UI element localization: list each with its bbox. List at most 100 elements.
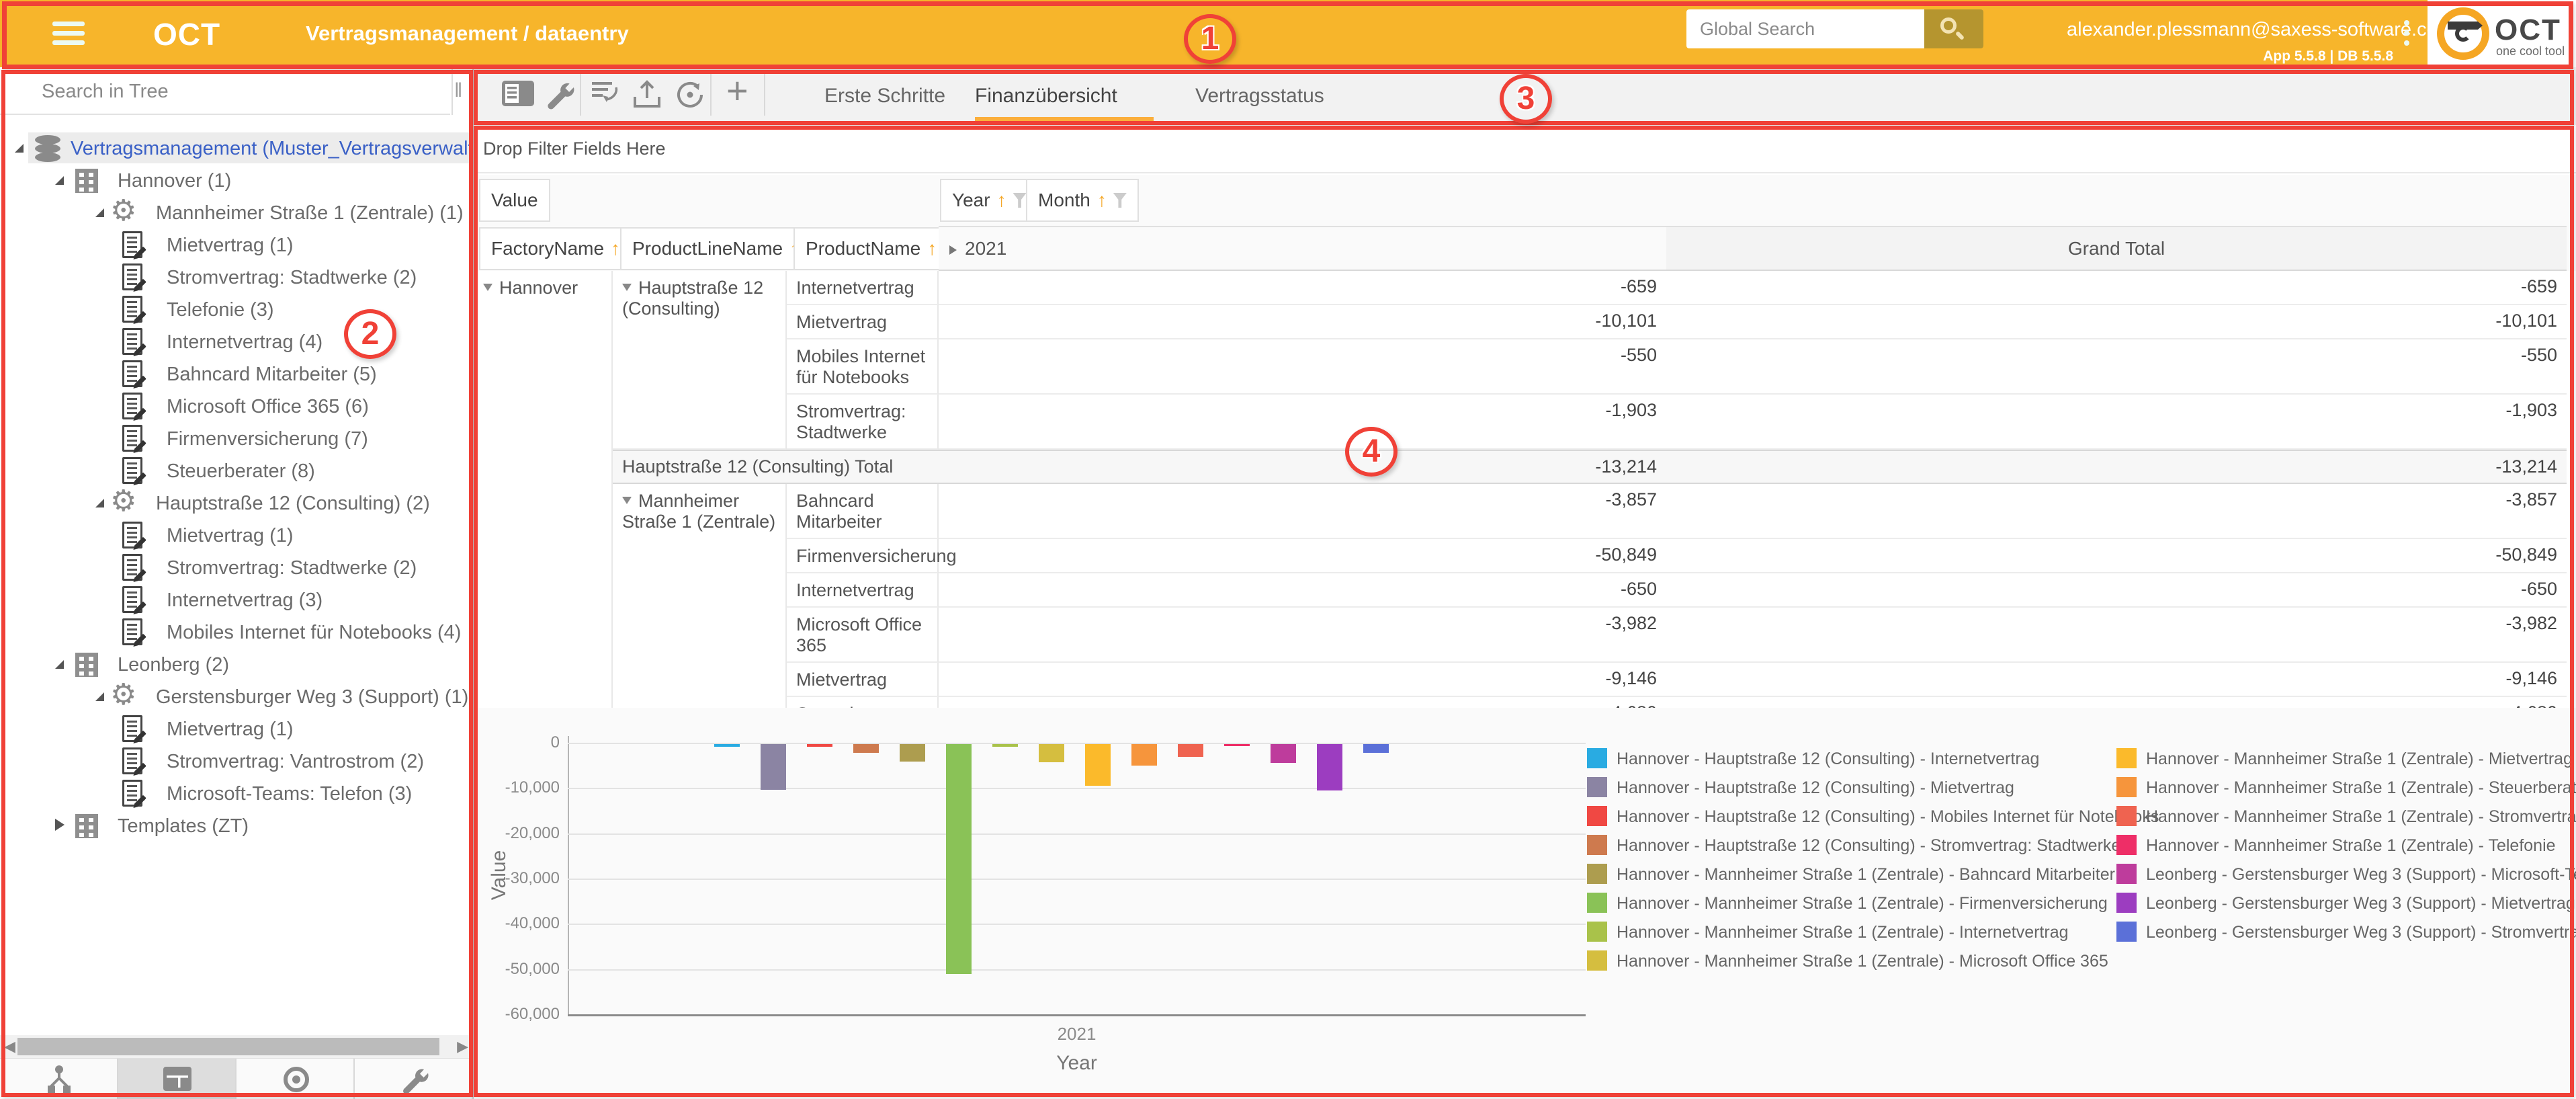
legend-swatch — [1587, 893, 1607, 913]
hamburger-menu-icon[interactable] — [52, 22, 85, 50]
bar-2[interactable] — [761, 744, 786, 790]
tree-item[interactable]: ⚙Gerstensburger Weg 3 (Support) (1) — [0, 680, 472, 713]
bar-4[interactable] — [853, 744, 879, 753]
kebab-menu-icon[interactable] — [2404, 20, 2411, 50]
tree-item-label: Hannover (1) — [118, 170, 231, 192]
tab-finanz-bersicht[interactable]: Finanzübersicht — [975, 85, 1117, 108]
tree-item-label: Bahncard Mitarbeiter (5) — [167, 364, 377, 386]
tree-item[interactable]: Stromvertrag: Vantrostrom (2) — [0, 745, 472, 777]
list-import-icon[interactable] — [589, 78, 626, 110]
tree-item[interactable]: ⚙Mannheimer Straße 1 (Zentrale) (1) — [0, 196, 472, 229]
legend-label: Hannover - Hauptstraße 12 (Consulting) -… — [1617, 778, 2014, 798]
tree-item[interactable]: Internetvertrag (4) — [0, 325, 472, 358]
tree-item[interactable]: Microsoft-Teams: Telefon (3) — [0, 777, 472, 809]
bar-6[interactable] — [946, 744, 972, 974]
app-logo[interactable]: OCT — [153, 16, 220, 52]
tab-erste-schritte[interactable]: Erste Schritte — [824, 85, 945, 108]
app-version: App 5.5.8 | DB 5.5.8 — [2263, 48, 2393, 65]
tree-item[interactable]: Telefonie (3) — [0, 293, 472, 325]
tree-item[interactable]: Firmenversicherung (7) — [0, 422, 472, 454]
scrollbar-thumb[interactable] — [17, 1038, 439, 1055]
bar-10[interactable] — [1131, 744, 1157, 766]
bar-11[interactable] — [1178, 744, 1203, 757]
tree-item[interactable]: Steuerberater (8) — [0, 454, 472, 487]
collapsed-icon[interactable] — [55, 819, 65, 831]
year-chip[interactable]: Year↑ — [940, 179, 1039, 222]
bar-1[interactable] — [714, 744, 740, 747]
legend-label: Hannover - Mannheimer Straße 1 (Zentrale… — [2146, 807, 2576, 827]
x-axis-tick: 2021 — [568, 1024, 1586, 1045]
global-search-input[interactable] — [1686, 9, 1924, 48]
search-button[interactable] — [1924, 9, 1983, 48]
tree-item[interactable]: Mietvertrag (1) — [0, 713, 472, 745]
bar-14[interactable] — [1317, 744, 1342, 790]
value-chip[interactable]: Value — [479, 179, 550, 222]
pane-collapse-handle[interactable]: ‖ — [454, 79, 472, 106]
tree-search-input[interactable] — [0, 69, 450, 115]
sort-asc-icon: ↑ — [611, 238, 620, 259]
apps-grid-icon[interactable] — [2013, 19, 2041, 47]
tree-item[interactable]: Stromvertrag: Stadtwerke (2) — [0, 261, 472, 293]
sort-asc-icon: ↑ — [1097, 190, 1107, 211]
gridline — [568, 788, 1586, 789]
tree-item[interactable]: Leonberg (2) — [0, 648, 472, 680]
contract-icon — [122, 393, 142, 419]
bar-13[interactable] — [1271, 744, 1296, 763]
tree-item[interactable]: Mietvertrag (1) — [0, 229, 472, 261]
bar-15[interactable] — [1363, 744, 1389, 753]
legend-swatch — [2116, 806, 2137, 826]
bar-9[interactable] — [1085, 744, 1111, 786]
tree-item[interactable]: ⚙Hauptstraße 12 (Consulting) (2) — [0, 487, 472, 519]
y-axis-tick: -60,000 — [474, 1005, 560, 1024]
tree-item[interactable]: Mobiles Internet für Notebooks (4) — [0, 616, 472, 648]
expanded-icon[interactable] — [95, 208, 104, 217]
panel-toggle-icon[interactable] — [501, 78, 535, 109]
bar-3[interactable] — [807, 744, 832, 747]
wrench-icon[interactable] — [542, 78, 576, 112]
tree-item[interactable]: Stromvertrag: Stadtwerke (2) — [0, 551, 472, 583]
tree-item[interactable]: Mietvertrag (1) — [0, 519, 472, 551]
gridline — [568, 833, 1586, 835]
tree-item[interactable]: Internetvertrag (3) — [0, 583, 472, 616]
year-column-header[interactable]: 2021 — [939, 226, 1666, 271]
tree-item-label: Stromvertrag: Stadtwerke (2) — [167, 267, 417, 289]
legend-swatch — [2116, 864, 2137, 884]
collapse-icon — [483, 284, 492, 291]
sort-asc-icon: ↑ — [997, 190, 1006, 211]
bar-5[interactable] — [900, 744, 925, 762]
bar-8[interactable] — [1039, 744, 1064, 762]
bar-12[interactable] — [1224, 744, 1250, 746]
scroll-left-icon[interactable]: ◀ — [4, 1038, 15, 1055]
bar-7[interactable] — [992, 744, 1018, 747]
building-icon — [75, 814, 98, 838]
tree-item[interactable]: Microsoft Office 365 (6) — [0, 390, 472, 422]
grand-total-cell: -3,982 — [1666, 608, 2567, 663]
history-reset-icon[interactable] — [673, 78, 707, 112]
tree-item-label: Mietvertrag (1) — [167, 235, 294, 257]
upload-icon[interactable] — [630, 78, 664, 112]
tab-vertragsstatus[interactable]: Vertragsstatus — [1195, 85, 1324, 108]
sidebar-view-tab-wrench[interactable] — [355, 1059, 473, 1099]
tree-item-label: Telefonie (3) — [167, 299, 274, 321]
scroll-right-icon[interactable]: ▶ — [457, 1038, 468, 1055]
expanded-icon[interactable] — [95, 692, 104, 701]
add-tab-icon[interactable]: + — [726, 69, 748, 112]
expanded-icon[interactable] — [95, 499, 104, 507]
user-email[interactable]: alexander.plessmann@saxess-software.com — [2067, 19, 2454, 41]
expanded-icon[interactable] — [15, 144, 24, 153]
tree-item[interactable]: Bahncard Mitarbeiter (5) — [0, 358, 472, 390]
sidebar-view-tab-hierarchy[interactable] — [0, 1059, 118, 1099]
sidebar-view-tab-table[interactable] — [118, 1059, 237, 1099]
sidebar-view-tab-eye[interactable] — [237, 1059, 355, 1099]
tree-item[interactable]: Vertragsmanagement (Muster_Vertragsverwa… — [0, 132, 472, 164]
tree-item[interactable]: Hannover (1) — [0, 164, 472, 196]
expanded-icon[interactable] — [55, 660, 64, 669]
tree-item-label: Vertragsmanagement (Muster_Vertragsverwa… — [71, 138, 472, 160]
sidebar-scrollbar[interactable]: ◀ ▶ — [0, 1035, 472, 1058]
year-value-cell: -659 — [939, 271, 1666, 305]
expanded-icon[interactable] — [55, 176, 64, 185]
tree-item[interactable]: Templates (ZT) — [0, 809, 472, 842]
filter-drop-zone[interactable]: Drop Filter Fields Here — [474, 125, 2576, 173]
month-chip[interactable]: Month↑ — [1026, 179, 1139, 222]
gear-icon: ⚙ — [110, 680, 136, 713]
